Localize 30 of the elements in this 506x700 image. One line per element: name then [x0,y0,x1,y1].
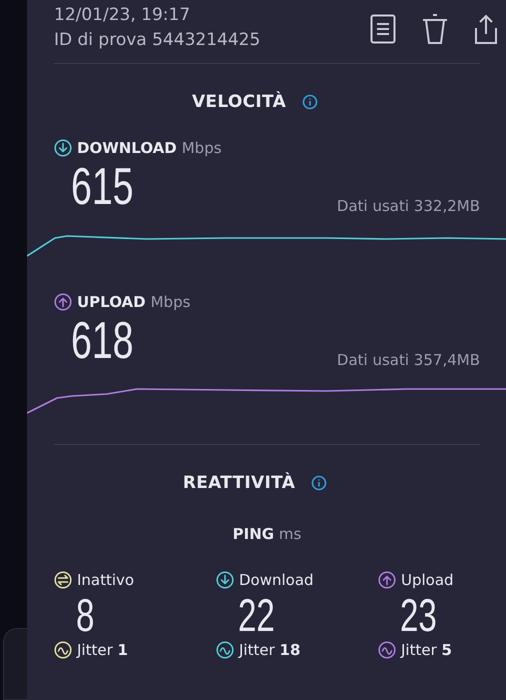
info-icon[interactable] [311,475,328,491]
speed-value: 615 [71,161,134,213]
speed-value: 618 [71,315,134,367]
ping-value: 23 [400,591,438,639]
section-title: VELOCITÀ [192,92,286,112]
ping-label: PING ms [232,525,302,543]
ping-type: Download [239,571,314,589]
metric-label: DOWNLOAD [77,139,177,157]
wave-icon [54,641,72,659]
test-id: ID di prova 5443214425 [54,29,260,52]
jitter-value: Jitter 18 [239,641,300,659]
data-used: Dati usati 332,2MB [336,197,480,215]
share-icon[interactable] [474,14,498,44]
ping-type: Inattivo [77,571,134,589]
metric-label: UPLOAD [77,293,146,311]
metric-unit: Mbps [150,293,190,311]
metric-unit: Mbps [182,139,222,157]
wave-icon [216,641,234,659]
ping-value: 22 [238,591,276,639]
wave-icon [378,641,396,659]
jitter-value: Jitter 1 [77,641,128,659]
info-icon[interactable] [302,94,318,110]
document-icon[interactable] [370,14,396,44]
jitter-value: Jitter 5 [401,641,452,659]
ping-type: Upload [401,571,454,589]
trash-icon[interactable] [421,14,449,44]
data-used: Dati usati 357,4MB [336,351,480,369]
ping-value: 8 [76,591,96,639]
section-title: REATTIVITÀ [182,473,296,493]
test-date: 12/01/23, 19:17 [54,4,192,27]
